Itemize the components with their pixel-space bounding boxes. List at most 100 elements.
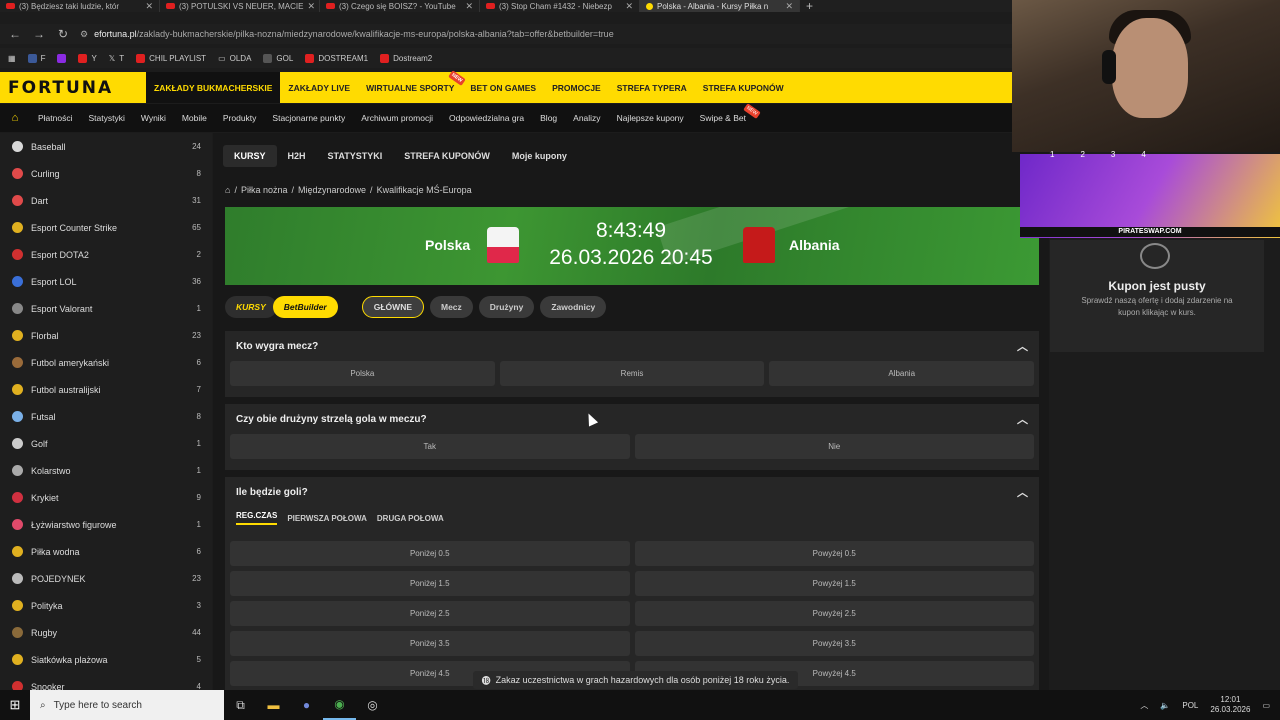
odds-button[interactable]: Poniżej 2.5 <box>230 601 630 626</box>
sidebar-item[interactable]: Golf 1 <box>0 430 212 457</box>
sidebar-item[interactable]: Esport LOL 36 <box>0 268 212 295</box>
sidebar-item[interactable]: Baseball 24 <box>0 133 212 160</box>
subnav-blog[interactable]: Blog <box>532 113 565 123</box>
apps-icon[interactable]: ▦ <box>8 54 16 63</box>
odds-button[interactable]: Poniżej 1.5 <box>230 571 630 596</box>
sidebar-item[interactable]: Dart 31 <box>0 187 212 214</box>
tray-arrow-icon[interactable]: ︿ <box>1140 700 1148 711</box>
obs-icon[interactable]: ◎ <box>356 690 389 720</box>
taskbar-clock[interactable]: 12:01 26.03.2026 <box>1210 695 1250 715</box>
pill-zawodnicy[interactable]: Zawodnicy <box>540 296 607 318</box>
close-icon[interactable]: ✕ <box>307 1 315 12</box>
subtab-druga-polowa[interactable]: DRUGA POŁOWA <box>377 514 444 523</box>
close-icon[interactable]: ✕ <box>625 1 633 12</box>
nav-wirtualne-sporty[interactable]: WIRTUALNE SPORTY NEW <box>358 70 466 103</box>
bookmark[interactable]: Dostream2 <box>380 53 432 63</box>
nav-promocje[interactable]: PROMOCJE <box>544 72 609 103</box>
fortuna-logo[interactable]: FORTUNA <box>0 78 146 98</box>
nav-bet-on-games[interactable]: BET ON GAMES <box>462 72 544 103</box>
subtab-pierwsza-polowa[interactable]: PIERWSZA POŁOWA <box>287 514 367 523</box>
subnav-produkty[interactable]: Produkty <box>215 113 265 123</box>
tab-moje-kupony[interactable]: Moje kupony <box>501 145 578 167</box>
chrome-icon[interactable]: ◉ <box>323 690 356 720</box>
discord-icon[interactable]: ● <box>290 690 323 720</box>
tab-h2h[interactable]: H2H <box>277 145 317 167</box>
breadcrumb-item[interactable]: Piłka nożna <box>241 185 288 195</box>
subtab-regczas[interactable]: REG.CZAS <box>236 511 278 525</box>
windows-start-icon[interactable]: ⊞ <box>0 697 30 713</box>
subnav-analizy[interactable]: Analizy <box>565 113 608 123</box>
close-icon[interactable]: ✕ <box>785 1 793 12</box>
sidebar-item[interactable]: Esport DOTA2 2 <box>0 241 212 268</box>
file-explorer-icon[interactable]: ▬ <box>257 690 290 720</box>
subnav-statystyki[interactable]: Statystyki <box>81 113 133 123</box>
browser-tab[interactable]: (3) Będziesz taki ludzie, któr ✕ <box>0 0 160 12</box>
pill-betbuilder[interactable]: BetBuilder <box>272 296 338 318</box>
browser-tab[interactable]: (3) Czego się BOISZ? - YouTube ✕ <box>320 0 480 12</box>
odds-button[interactable]: Powyżej 2.5 <box>634 601 1034 626</box>
subnav-mobile[interactable]: Mobile <box>174 113 215 123</box>
notifications-icon[interactable]: ▭ <box>1262 701 1270 710</box>
odds-button[interactable]: Nie <box>634 434 1034 459</box>
speaker-icon[interactable]: 🔈 <box>1160 701 1170 710</box>
sidebar-item[interactable]: Curling 8 <box>0 160 212 187</box>
odds-button[interactable]: Powyżej 0.5 <box>634 541 1034 566</box>
sidebar-item[interactable]: Siatkówka plażowa 5 <box>0 646 212 673</box>
sidebar-item[interactable]: Futbol amerykański 6 <box>0 349 212 376</box>
subnav-platnosci[interactable]: Płatności <box>30 113 81 123</box>
pill-kursy[interactable]: KURSY <box>225 296 277 318</box>
bookmark[interactable]: GOL <box>263 53 293 63</box>
odds-button[interactable]: Tak <box>230 434 630 459</box>
bookmark[interactable]: ▭ OLDA <box>218 54 251 63</box>
subnav-odpowiedzialna-gra[interactable]: Odpowiedzialna gra <box>441 113 532 123</box>
browser-tab-active[interactable]: Polska - Albania - Kursy Piłka n ✕ <box>640 0 800 12</box>
odds-button[interactable]: Poniżej 3.5 <box>230 631 630 656</box>
bookmark[interactable]: 𝕏T <box>109 54 124 63</box>
pill-druzyny[interactable]: Drużyny <box>478 296 535 318</box>
bookmark[interactable]: CHIL PLAYLIST <box>136 53 206 63</box>
forward-icon[interactable]: → <box>32 27 46 41</box>
subnav-stacjonarne-punkty[interactable]: Stacjonarne punkty <box>264 113 353 123</box>
nav-zaklady-bukmacherskie[interactable]: ZAKŁADY BUKMACHERSKIE <box>146 72 281 103</box>
sidebar-item[interactable]: Esport Counter Strike 65 <box>0 214 212 241</box>
bookmark[interactable]: Y <box>78 53 97 63</box>
home-icon[interactable]: ⌂ <box>0 112 30 124</box>
browser-tab[interactable]: (3) Stop Cham #1432 - Niebezp ✕ <box>480 0 640 12</box>
url-field[interactable]: ⚙ efortuna.pl/zaklady-bukmacherskie/pilk… <box>80 25 1012 43</box>
tab-statystyki[interactable]: STATYSTYKI <box>317 145 394 167</box>
chevron-up-icon[interactable]: ︿ <box>1017 411 1028 427</box>
sidebar-item[interactable]: Futbol australijski 7 <box>0 376 212 403</box>
task-view-icon[interactable]: ⧉ <box>224 690 257 720</box>
sidebar-item[interactable]: Łyżwiarstwo figurowe 1 <box>0 511 212 538</box>
sidebar-item[interactable]: Florbal 23 <box>0 322 212 349</box>
odds-button[interactable]: Poniżej 0.5 <box>230 541 630 566</box>
browser-tab[interactable]: (3) POTULSKI VS NEUER, MACIE ✕ <box>160 0 320 12</box>
bookmark[interactable] <box>57 53 67 63</box>
sidebar-item[interactable]: Kolarstwo 1 <box>0 457 212 484</box>
sidebar-item[interactable]: Futsal 8 <box>0 403 212 430</box>
sidebar-item[interactable]: Krykiet 9 <box>0 484 212 511</box>
subnav-najlepsze-kupony[interactable]: Najlepsze kupony <box>609 113 692 123</box>
language-indicator[interactable]: POL <box>1182 701 1198 710</box>
odds-button[interactable]: Albania <box>769 361 1035 386</box>
back-icon[interactable]: ← <box>8 27 22 41</box>
bookmark[interactable]: DOSTREAM1 <box>305 53 368 63</box>
chevron-up-icon[interactable]: ︿ <box>1017 338 1028 354</box>
sidebar-item[interactable]: Piłka wodna 6 <box>0 538 212 565</box>
close-icon[interactable]: ✕ <box>145 1 153 12</box>
odds-button[interactable]: Remis <box>499 361 765 386</box>
nav-zaklady-live[interactable]: ZAKŁADY LIVE <box>280 72 358 103</box>
odds-button[interactable]: Powyżej 1.5 <box>634 571 1034 596</box>
breadcrumb-item[interactable]: Kwalifikacje MŚ-Europa <box>377 185 472 195</box>
nav-strefa-typera[interactable]: STREFA TYPERA <box>609 72 695 103</box>
market-header[interactable]: Ile będzie goli? ︿ <box>225 477 1039 507</box>
sidebar-item[interactable]: POJEDYNEK 23 <box>0 565 212 592</box>
sidebar-item[interactable]: Esport Valorant 1 <box>0 295 212 322</box>
pill-mecz[interactable]: Mecz <box>430 296 473 318</box>
nav-strefa-kuponow[interactable]: STREFA KUPONÓW <box>695 72 792 103</box>
subnav-swipe-bet[interactable]: Swipe & Bet NEW <box>692 103 761 123</box>
breadcrumb-item[interactable]: Międzynarodowe <box>298 185 366 195</box>
close-icon[interactable]: ✕ <box>465 1 473 12</box>
sidebar-item[interactable]: Snooker 4 <box>0 673 212 691</box>
chevron-up-icon[interactable]: ︿ <box>1017 484 1028 500</box>
